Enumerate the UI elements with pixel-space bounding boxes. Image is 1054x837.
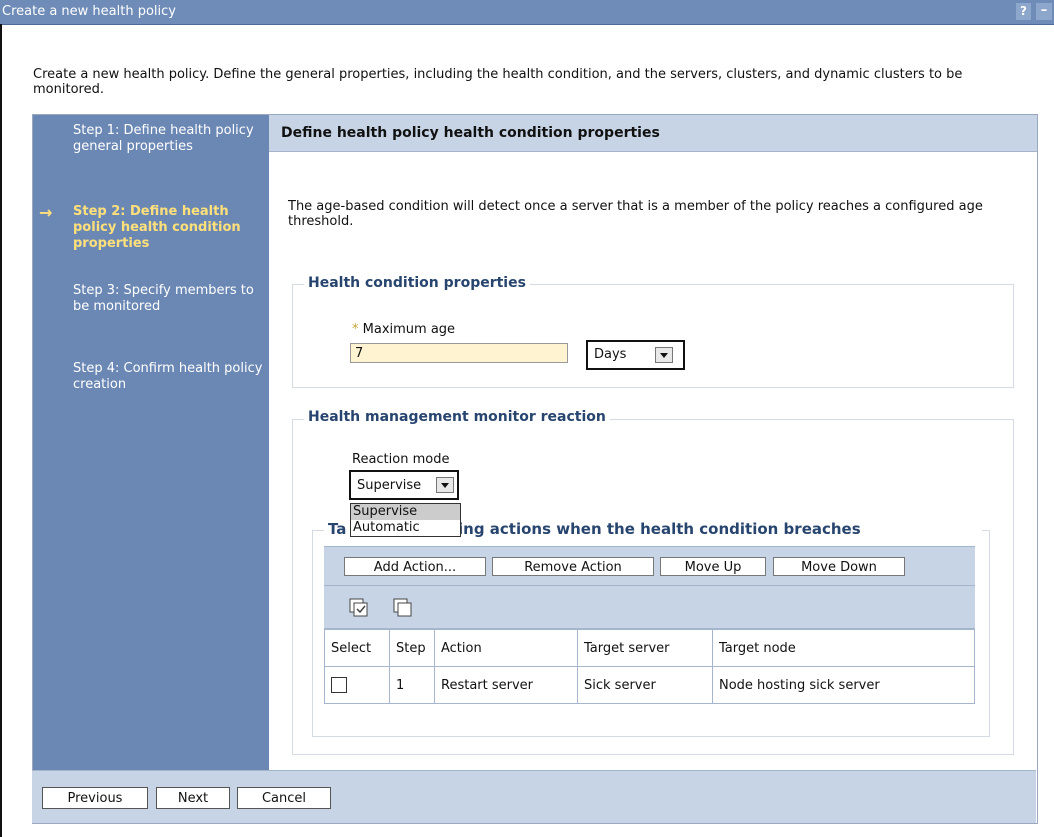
step-1[interactable]: Step 1: Define health policy general pro… [73,123,263,155]
reaction-mode-value: Supervise [357,478,422,493]
title-bar: Create a new health policy ? – [0,0,1054,25]
help-icon[interactable]: ? [1016,3,1031,20]
max-age-label: Maximum age [362,322,456,337]
max-age-input[interactable]: 7 [350,343,568,363]
action-toolbar: Add Action... Remove Action Move Up Move… [324,546,975,586]
actions-legend-left: Ta [324,520,351,538]
wizard-footer: Previous Next Cancel [32,770,1036,823]
intro-text: Create a new health policy. Define the g… [33,67,963,97]
frame-border [0,24,2,837]
wizard-steps: Step 1: Define health policy general pro… [33,115,269,770]
column-target-node: Target node [712,629,975,667]
selection-toolbar [324,586,975,629]
column-target-server: Target server [577,629,713,667]
row-target-server: Sick server [577,666,713,704]
step-2: Step 2: Define health policy health cond… [73,204,241,251]
reaction-mode-label: Reaction mode [352,452,450,467]
option-supervise[interactable]: Supervise [351,504,460,520]
remove-action-button[interactable]: Remove Action [492,557,654,576]
step-4[interactable]: Step 4: Confirm health policy creation [73,361,263,393]
previous-button[interactable]: Previous [42,787,148,809]
minimize-icon[interactable]: – [1036,3,1052,20]
monitor-reaction-legend: Health management monitor reaction [304,409,610,425]
cancel-button[interactable]: Cancel [237,787,331,809]
next-button[interactable]: Next [156,787,230,809]
table-row: 1 Restart server Sick server Node hostin… [324,666,975,704]
row-checkbox[interactable] [331,677,347,693]
age-unit-value: Days [594,347,627,362]
option-automatic[interactable]: Automatic [351,520,460,536]
row-target-node: Node hosting sick server [712,666,975,704]
reaction-mode-dropdown: Supervise Automatic [350,503,461,537]
column-action: Action [434,629,578,667]
table-header-row: Select Step Action Target server Target … [324,629,975,667]
select-all-icon[interactable] [349,598,369,618]
move-up-button[interactable]: Move Up [660,557,766,576]
deselect-all-icon[interactable] [393,598,413,618]
move-down-button[interactable]: Move Down [773,557,905,576]
column-step: Step [389,629,435,667]
health-condition-legend: Health condition properties [304,275,530,291]
row-step: 1 [389,666,435,704]
condition-description: The age-based condition will detect once… [288,199,983,229]
chevron-down-icon[interactable] [436,477,454,493]
chevron-down-icon[interactable] [655,347,673,363]
add-action-button[interactable]: Add Action... [344,557,486,576]
column-select: Select [324,629,390,667]
row-select-cell [324,666,390,704]
content-title: Define health policy health condition pr… [281,125,660,141]
actions-legend-right: ing actions when the health condition br… [454,520,982,538]
age-unit-select[interactable]: Days [586,340,685,370]
reaction-mode-select[interactable]: Supervise [349,470,459,500]
max-age-label-row: * Maximum age [352,322,455,337]
step-3[interactable]: Step 3: Specify members to be monitored [73,283,263,315]
content-header: Define health policy health condition pr… [269,115,1037,152]
actions-table: Select Step Action Target server Target … [324,629,975,704]
current-step-arrow-icon: → [39,203,53,222]
window-title: Create a new health policy [2,4,176,19]
row-action: Restart server [434,666,578,704]
required-icon: * [352,322,359,337]
